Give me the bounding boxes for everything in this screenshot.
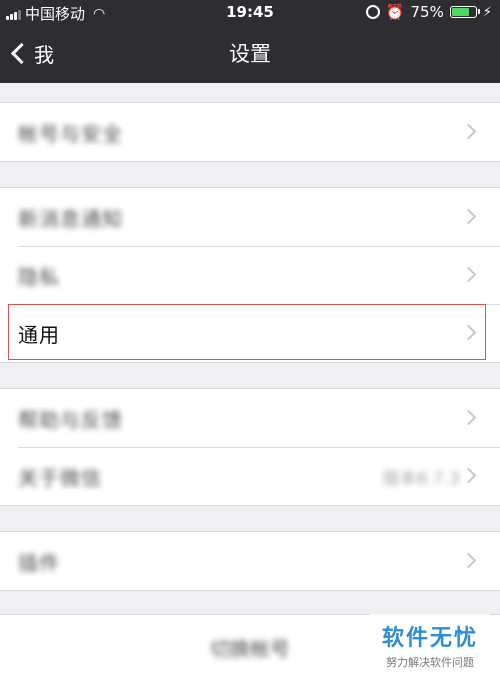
battery-fill [451, 8, 470, 16]
setting-row-general[interactable]: 通用 [0, 304, 500, 362]
version-value: 版本6.7.3 [382, 468, 460, 489]
setting-row-help-feedback[interactable]: 帮助与反馈 [0, 389, 500, 447]
setting-row-label: 通用 [18, 322, 60, 347]
setting-row-label: 插件 [18, 550, 60, 575]
page-title: 设置 [229, 42, 271, 66]
settings-group-plugins: 插件 [0, 531, 500, 591]
settings-group-account: 帐号与安全 [0, 102, 500, 162]
chevron-right-icon [460, 552, 477, 569]
setting-row-label: 关于微信 [18, 465, 102, 490]
charging-icon: ⚡ [482, 4, 492, 20]
setting-row-about-wechat[interactable]: 关于微信 版本6.7.3 [0, 447, 500, 505]
chevron-right-icon [460, 208, 477, 225]
status-bar: 中国移动 ◠ 19:45 ⏰ 75% ⚡ [0, 0, 500, 26]
alarm-icon: ⏰ [385, 3, 405, 21]
settings-group-notifications: 新消息通知 隐私 通用 [0, 187, 500, 363]
setting-row-account-security[interactable]: 帐号与安全 [0, 103, 500, 161]
battery-percent: 75% [410, 3, 444, 21]
setting-row-label: 隐私 [18, 264, 60, 289]
rotation-lock-icon [365, 5, 380, 19]
chevron-right-icon [460, 467, 477, 484]
highlight-box [8, 304, 486, 360]
setting-row-privacy[interactable]: 隐私 [0, 246, 500, 304]
watermark: 软件无忧 努力解决软件问题 [370, 614, 490, 678]
watermark-title: 软件无忧 [381, 626, 478, 651]
settings-group-help: 帮助与反馈 关于微信 版本6.7.3 [0, 388, 500, 506]
battery-icon [449, 6, 480, 18]
setting-row-plugins[interactable]: 插件 [0, 532, 500, 590]
setting-row-new-message-notifications[interactable]: 新消息通知 [0, 188, 500, 246]
chevron-right-icon [460, 123, 477, 140]
navigation-bar: 我 设置 [0, 26, 500, 83]
watermark-subtitle: 努力解决软件问题 [386, 656, 474, 669]
setting-row-label: 帮助与反馈 [18, 407, 123, 432]
chevron-right-icon [460, 324, 477, 341]
status-right: ⏰ 75% ⚡ [365, 3, 492, 21]
top-bar: 中国移动 ◠ 19:45 ⏰ 75% ⚡ 我 设置 [0, 0, 500, 83]
setting-row-label: 新消息通知 [18, 206, 123, 231]
setting-row-label: 帐号与安全 [18, 121, 123, 146]
chevron-right-icon [460, 409, 477, 426]
chevron-right-icon [460, 266, 477, 283]
switch-account-label: 切换帐号 [210, 636, 290, 661]
